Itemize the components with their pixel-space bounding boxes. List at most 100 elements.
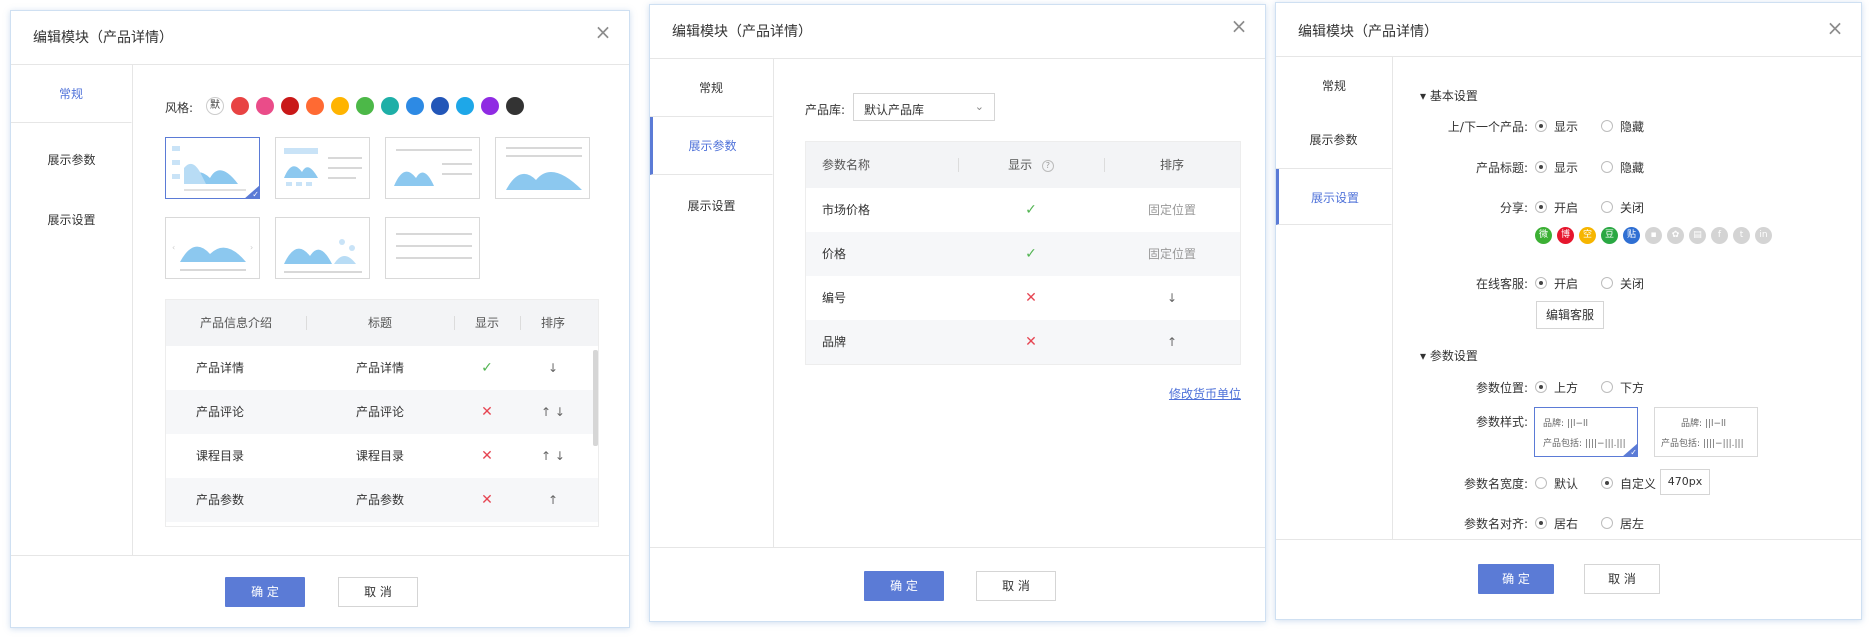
close-icon[interactable]: × (593, 22, 613, 43)
param-width-custom-radio[interactable] (1601, 477, 1613, 489)
edit-service-button[interactable]: 编辑客服 (1536, 301, 1604, 329)
share-platform-icon[interactable]: ✿ (1667, 227, 1684, 244)
confirm-button[interactable]: 确 定 (864, 571, 944, 601)
color-swatch[interactable] (481, 97, 499, 115)
share-label: 分享: (1499, 201, 1528, 215)
tab-general[interactable]: 常规 (1276, 57, 1392, 115)
product-library-select[interactable]: 默认产品库 ⌄ (853, 93, 995, 121)
tab-display-params[interactable]: 展示参数 (650, 117, 773, 175)
param-width-default-radio[interactable] (1535, 477, 1547, 489)
cancel-button[interactable]: 取 消 (338, 577, 418, 607)
tab-display-settings[interactable]: 展示设置 (11, 191, 132, 249)
color-swatch[interactable] (381, 97, 399, 115)
share-platform-icon[interactable]: t (1733, 227, 1750, 244)
layout-thumb-5[interactable]: ‹ › (165, 217, 260, 279)
share-platform-icon[interactable]: 博 (1557, 227, 1574, 244)
color-swatch[interactable] (506, 97, 524, 115)
row-title: 产品详情 (355, 361, 404, 375)
show-toggle[interactable]: ✓ (958, 232, 1104, 276)
share-off-radio[interactable] (1601, 201, 1613, 213)
show-toggle[interactable]: ✕ (454, 478, 520, 522)
color-swatch[interactable] (256, 97, 274, 115)
radio-label: 显示 (1554, 120, 1579, 134)
radio-label: 上方 (1554, 381, 1579, 395)
help-icon[interactable]: ? (1041, 159, 1054, 172)
product-title-show-radio[interactable] (1535, 161, 1547, 173)
share-platform-icon[interactable]: f (1711, 227, 1728, 244)
color-swatch[interactable] (406, 97, 424, 115)
tab-display-settings[interactable]: 展示设置 (650, 177, 773, 235)
show-toggle[interactable]: ✓ (454, 346, 520, 390)
sort-arrows[interactable]: ↓ (1104, 276, 1240, 320)
color-swatch[interactable] (231, 97, 249, 115)
share-platform-icon[interactable]: 微 (1535, 227, 1552, 244)
color-swatch[interactable] (306, 97, 324, 115)
color-swatch[interactable] (431, 97, 449, 115)
layout-thumb-1[interactable] (165, 137, 260, 199)
param-position-bottom-radio[interactable] (1601, 381, 1613, 393)
param-align-left-radio[interactable] (1601, 517, 1613, 529)
param-settings-section[interactable]: ▾ 参数设置 (1420, 347, 1478, 364)
online-service-on-radio[interactable] (1535, 277, 1547, 289)
dialog-header: 编辑模块（产品详情） × (1276, 3, 1861, 57)
share-platform-icon[interactable]: in (1755, 227, 1772, 244)
product-title-hide-radio[interactable] (1601, 161, 1613, 173)
show-toggle[interactable]: ✕ (454, 390, 520, 434)
color-swatch[interactable] (281, 97, 299, 115)
prev-next-show-radio[interactable] (1535, 120, 1547, 132)
radio-label: 下方 (1620, 381, 1645, 395)
param-align-right-radio[interactable] (1535, 517, 1547, 529)
show-toggle[interactable]: ✓ (958, 188, 1104, 232)
tab-display-params[interactable]: 展示参数 (11, 131, 132, 189)
sort-arrows[interactable]: ↓ (520, 346, 586, 390)
show-toggle[interactable]: ✕ (958, 320, 1104, 364)
param-width-input[interactable]: 470px (1660, 469, 1710, 495)
share-platform-icon[interactable]: 贴 (1623, 227, 1640, 244)
cancel-button[interactable]: 取 消 (1584, 564, 1660, 594)
sort-arrows[interactable]: ↑ ↓ (520, 434, 586, 478)
scrollbar-thumb[interactable] (593, 350, 598, 446)
share-platform-icon[interactable]: ▪ (1645, 227, 1662, 244)
prev-next-hide-radio[interactable] (1601, 120, 1613, 132)
param-style-option-1[interactable]: 品牌: ||l−ll 产品包括: ||||−|||.||| (1534, 407, 1638, 457)
basic-settings-section[interactable]: ▾ 基本设置 (1420, 87, 1478, 104)
sidebar: 常规 展示参数 展示设置 (650, 59, 774, 547)
param-style-option-2[interactable]: 品牌: ||l−ll 产品包括: ||||−|||.||| (1654, 407, 1758, 457)
share-platform-icon[interactable]: 豆 (1601, 227, 1618, 244)
tab-display-settings[interactable]: 展示设置 (1276, 169, 1392, 225)
row-title: 产品参数 (355, 493, 404, 507)
layout-thumb-6[interactable] (275, 217, 370, 279)
cancel-button[interactable]: 取 消 (976, 571, 1056, 601)
style-default-swatch[interactable]: 默 (206, 97, 224, 115)
show-toggle[interactable]: ✕ (454, 434, 520, 478)
online-service-off-radio[interactable] (1601, 277, 1613, 289)
change-currency-link[interactable]: 修改货币单位 (1169, 385, 1241, 402)
color-swatch[interactable] (331, 97, 349, 115)
tab-general[interactable]: 常规 (11, 65, 132, 123)
param-table: 参数名称 显示 ? 排序 市场价格 ✓ 固定位置 价格 ✓ 固定位置 编号 ✕ … (805, 141, 1241, 365)
sort-arrows[interactable]: ↑ (1104, 320, 1240, 364)
color-swatch[interactable] (356, 97, 374, 115)
layout-thumb-4[interactable] (495, 137, 590, 199)
product-library-label: 产品库: (805, 103, 846, 117)
confirm-button[interactable]: 确 定 (1478, 564, 1554, 594)
layout-thumb-7[interactable] (385, 217, 480, 279)
style-sample-package: 产品包括: ||||−|||.||| (1661, 439, 1744, 449)
layout-thumb-3[interactable] (385, 137, 480, 199)
share-platform-icon[interactable]: ▤ (1689, 227, 1706, 244)
tab-display-params[interactable]: 展示参数 (1276, 111, 1392, 169)
share-platform-icon[interactable]: 空 (1579, 227, 1596, 244)
confirm-button[interactable]: 确 定 (225, 577, 305, 607)
share-on-radio[interactable] (1535, 201, 1547, 213)
param-position-top-radio[interactable] (1535, 381, 1547, 393)
sort-arrows[interactable]: ↑ (520, 478, 586, 522)
sort-arrows[interactable]: ↑ ↓ (520, 390, 586, 434)
color-swatch[interactable] (456, 97, 474, 115)
close-icon[interactable]: × (1825, 18, 1845, 39)
close-icon[interactable]: × (1229, 16, 1249, 37)
tab-general[interactable]: 常规 (650, 59, 773, 117)
layout-thumb-2[interactable] (275, 137, 370, 199)
show-toggle[interactable]: ✕ (958, 276, 1104, 320)
dialog-title: 编辑模块（产品详情） (1298, 24, 1438, 40)
radio-label: 自定义 (1620, 477, 1657, 491)
